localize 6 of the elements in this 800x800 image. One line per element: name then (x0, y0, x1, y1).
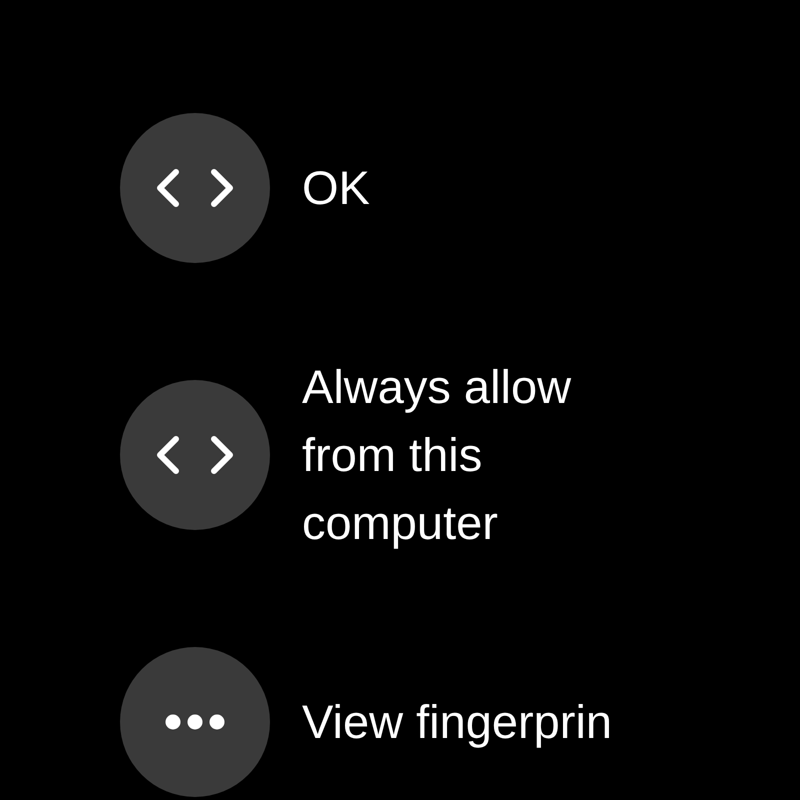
code-icon (156, 168, 234, 208)
more-icon (165, 714, 225, 730)
code-icon (156, 435, 234, 475)
option-label[interactable]: View fingerprin (302, 688, 642, 756)
option-label[interactable]: OK (302, 154, 642, 222)
option-label[interactable]: Always allow from this computer (302, 353, 642, 557)
